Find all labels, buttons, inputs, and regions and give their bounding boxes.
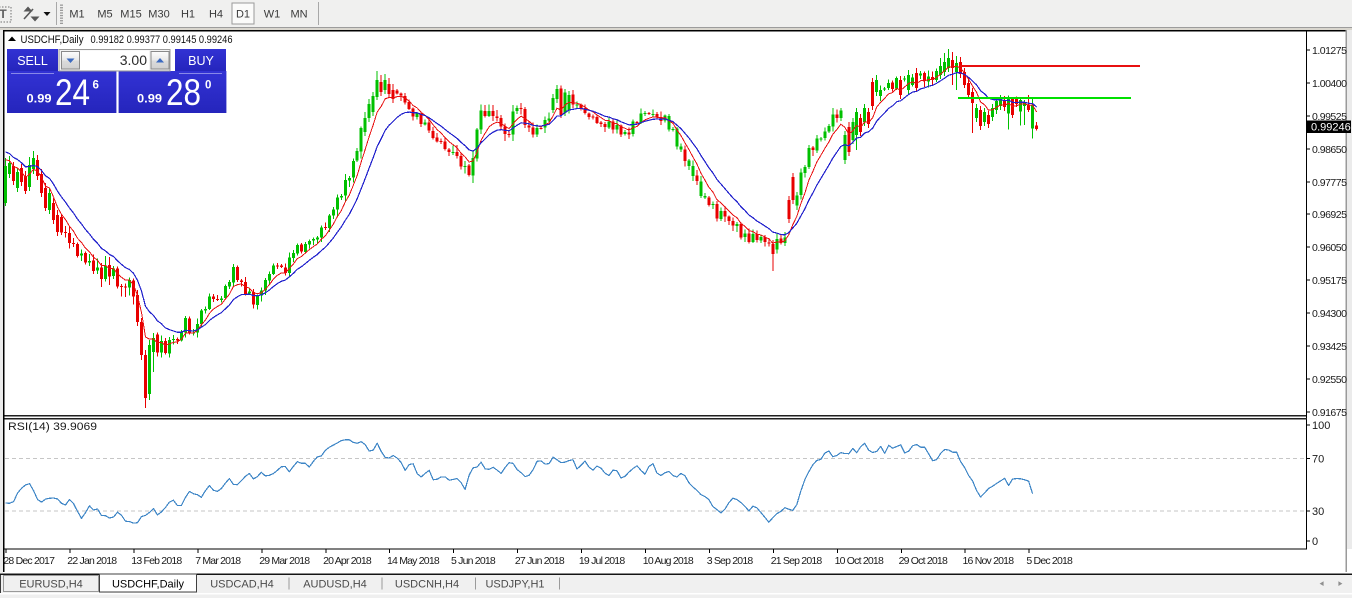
- svg-text:0.95175: 0.95175: [1312, 275, 1347, 287]
- svg-text:0.93425: 0.93425: [1312, 341, 1347, 353]
- svg-text:3.00: 3.00: [120, 52, 147, 68]
- svg-text:3 Sep 2018: 3 Sep 2018: [707, 555, 754, 567]
- svg-text:0: 0: [205, 80, 211, 92]
- svg-text:RSI(14) 39.9069: RSI(14) 39.9069: [8, 421, 97, 433]
- svg-text:22 Jan 2018: 22 Jan 2018: [67, 555, 117, 567]
- svg-text:0: 0: [1312, 536, 1318, 548]
- svg-text:16 Nov 2018: 16 Nov 2018: [963, 555, 1015, 567]
- svg-text:M5: M5: [97, 9, 112, 21]
- svg-text:USDJPY,H1: USDJPY,H1: [485, 579, 544, 591]
- svg-text:27 Jun 2018: 27 Jun 2018: [515, 555, 565, 567]
- svg-text:5 Jun 2018: 5 Jun 2018: [451, 555, 496, 567]
- svg-text:1.00400: 1.00400: [1312, 78, 1347, 90]
- svg-text:70: 70: [1312, 453, 1324, 465]
- svg-text:14 May 2018: 14 May 2018: [387, 555, 440, 567]
- svg-text:H1: H1: [181, 9, 195, 21]
- svg-text:5 Dec 2018: 5 Dec 2018: [1026, 555, 1073, 567]
- svg-text:M1: M1: [69, 9, 84, 21]
- svg-text:30: 30: [1312, 506, 1324, 518]
- svg-text:0.94300: 0.94300: [1312, 308, 1347, 320]
- svg-text:0.99182 0.99377 0.99145 0.9924: 0.99182 0.99377 0.99145 0.99246: [91, 34, 233, 46]
- svg-text:H4: H4: [209, 9, 223, 21]
- svg-text:T: T: [0, 7, 7, 21]
- svg-text:USDCHF,Daily: USDCHF,Daily: [112, 579, 185, 591]
- svg-text:SELL: SELL: [17, 54, 48, 68]
- svg-text:29 Mar 2018: 29 Mar 2018: [259, 555, 310, 567]
- svg-text:0.99: 0.99: [27, 94, 52, 106]
- svg-text:1.01275: 1.01275: [1312, 45, 1347, 57]
- svg-text:28 Dec 2017: 28 Dec 2017: [3, 555, 55, 567]
- svg-text:M30: M30: [148, 9, 169, 21]
- svg-text:20 Apr 2018: 20 Apr 2018: [323, 555, 372, 567]
- svg-text:USDCNH,H4: USDCNH,H4: [395, 579, 459, 591]
- svg-text:0.98650: 0.98650: [1312, 144, 1347, 156]
- svg-text:USDCHF,Daily: USDCHF,Daily: [21, 34, 84, 46]
- svg-text:0.97775: 0.97775: [1312, 177, 1347, 189]
- svg-text:29 Oct 2018: 29 Oct 2018: [899, 555, 948, 567]
- svg-text:MN: MN: [290, 9, 307, 21]
- svg-text:21 Sep 2018: 21 Sep 2018: [771, 555, 823, 567]
- svg-text:7 Mar 2018: 7 Mar 2018: [195, 555, 241, 567]
- svg-text:28: 28: [166, 72, 201, 113]
- svg-text:6: 6: [93, 80, 99, 92]
- svg-text:100: 100: [1312, 420, 1330, 432]
- svg-text:10 Aug 2018: 10 Aug 2018: [643, 555, 694, 567]
- svg-text:0.96925: 0.96925: [1312, 209, 1347, 221]
- svg-text:0.91675: 0.91675: [1312, 407, 1347, 419]
- svg-text:0.99: 0.99: [137, 94, 162, 106]
- svg-text:D1: D1: [236, 9, 250, 21]
- svg-text:EURUSD,H4: EURUSD,H4: [19, 579, 83, 591]
- svg-text:0.92550: 0.92550: [1312, 374, 1347, 386]
- svg-text:AUDUSD,H4: AUDUSD,H4: [303, 579, 367, 591]
- svg-text:0.99246: 0.99246: [1311, 122, 1351, 134]
- svg-text:0.96050: 0.96050: [1312, 242, 1347, 254]
- svg-text:BUY: BUY: [188, 54, 214, 68]
- svg-text:W1: W1: [264, 9, 281, 21]
- svg-text:13 Feb 2018: 13 Feb 2018: [131, 555, 182, 567]
- svg-text:10 Oct 2018: 10 Oct 2018: [835, 555, 884, 567]
- svg-text:19 Jul 2018: 19 Jul 2018: [579, 555, 625, 567]
- svg-text:M15: M15: [120, 9, 141, 21]
- svg-text:24: 24: [55, 72, 90, 113]
- svg-text:USDCAD,H4: USDCAD,H4: [210, 579, 274, 591]
